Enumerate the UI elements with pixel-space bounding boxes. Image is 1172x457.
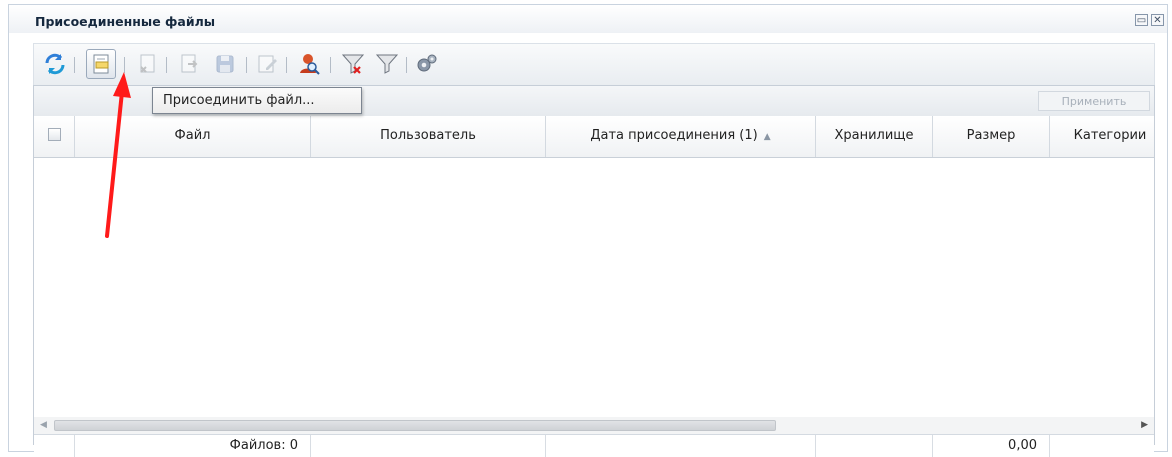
summary-cell	[816, 435, 933, 457]
grid-summary-row: Файлов: 0 0,00	[34, 434, 1154, 457]
summary-cell	[311, 435, 546, 457]
select-all-checkbox[interactable]	[34, 116, 75, 157]
edit-icon[interactable]	[254, 51, 280, 77]
grid-header: Файл Пользователь Дата присоединения (1)…	[34, 116, 1154, 158]
scroll-left-icon[interactable]: ◀	[40, 420, 47, 430]
attached-files-window: Присоединенные файлы ▭ ✕ Применить Файл …	[8, 4, 1168, 457]
scrollbar-thumb[interactable]	[54, 420, 776, 431]
attach-file-icon	[93, 54, 109, 74]
column-header-attach-date[interactable]: Дата присоединения (1) ▲	[546, 116, 816, 157]
size-total: 0,00	[933, 435, 1050, 457]
toolbar-separator	[74, 57, 75, 73]
summary-cell	[1050, 435, 1170, 457]
refresh-icon[interactable]	[42, 51, 68, 77]
toolbar-separator	[286, 57, 287, 73]
apply-button[interactable]: Применить	[1038, 91, 1150, 111]
summary-cell	[34, 435, 75, 457]
column-header-size[interactable]: Размер	[933, 116, 1050, 157]
window-controls: ▭ ✕	[1135, 14, 1164, 26]
export-file-icon[interactable]	[176, 51, 202, 77]
close-icon[interactable]: ✕	[1151, 14, 1164, 26]
toolbar	[33, 43, 1155, 85]
column-label: Хранилище	[834, 128, 914, 143]
toolbar-separator	[330, 57, 331, 73]
files-count: Файлов: 0	[75, 435, 311, 457]
clear-filter-icon[interactable]	[340, 51, 366, 77]
column-header-categories[interactable]: Категории	[1050, 116, 1170, 157]
scroll-right-icon[interactable]: ▶	[1141, 420, 1148, 430]
column-label: Категории	[1073, 128, 1147, 143]
restore-icon[interactable]: ▭	[1135, 14, 1148, 26]
column-header-user[interactable]: Пользователь	[311, 116, 546, 157]
column-header-file[interactable]: Файл	[75, 116, 311, 157]
column-label: Размер	[966, 128, 1016, 143]
toolbar-separator	[246, 57, 247, 73]
toolbar-separator	[124, 57, 125, 73]
filter-icon[interactable]	[374, 51, 400, 77]
attach-file-button[interactable]	[86, 49, 116, 79]
window-title: Присоединенные файлы	[35, 14, 216, 29]
window-titlebar: Присоединенные файлы ▭ ✕	[9, 5, 1167, 33]
column-label: Дата присоединения (1)	[590, 128, 758, 143]
files-grid: Применить Файл Пользователь Дата присоед…	[33, 85, 1155, 457]
sort-asc-icon: ▲	[763, 132, 771, 142]
column-label: Пользователь	[380, 128, 476, 143]
save-icon[interactable]	[212, 51, 238, 77]
summary-cell	[546, 435, 816, 457]
delete-file-icon[interactable]	[134, 51, 160, 77]
settings-icon[interactable]	[414, 51, 440, 77]
column-label: Файл	[174, 128, 211, 143]
user-search-icon[interactable]	[296, 51, 322, 77]
checkbox-icon	[47, 128, 61, 141]
column-header-storage[interactable]: Хранилище	[816, 116, 933, 157]
toolbar-separator	[406, 57, 407, 73]
attach-file-tooltip: Присоединить файл...	[152, 87, 362, 114]
horizontal-scrollbar[interactable]: ◀ ▶	[34, 417, 1154, 434]
toolbar-separator	[166, 57, 167, 73]
